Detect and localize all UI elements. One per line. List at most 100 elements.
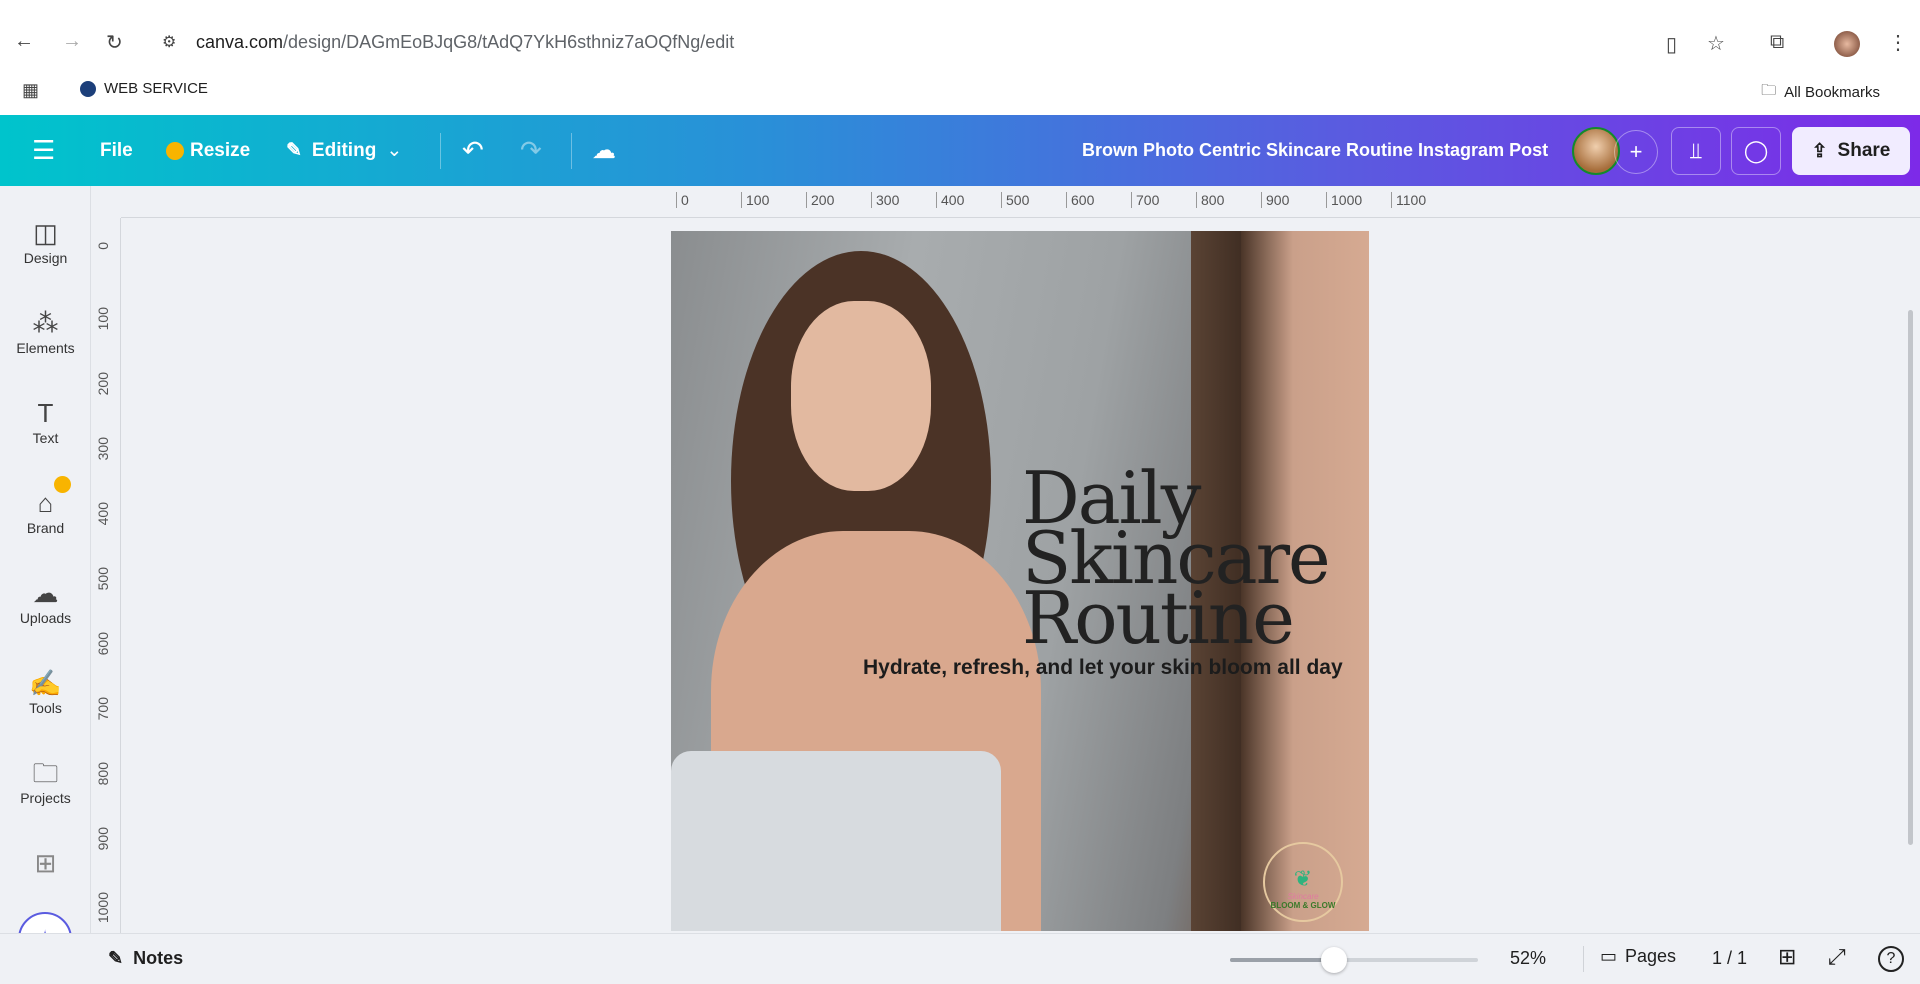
crown-icon	[166, 141, 184, 160]
ruler-tick: 300	[95, 437, 111, 461]
photo-face	[791, 301, 931, 491]
collaborator-avatar[interactable]	[1572, 127, 1620, 175]
ruler-tick: 400	[936, 192, 964, 208]
ruler-tick: 0	[95, 242, 111, 250]
pages-label: Pages	[1625, 946, 1677, 966]
notes-label: Notes	[133, 948, 184, 968]
ruler-tick: 700	[1131, 192, 1159, 208]
address-bar[interactable]: canva.com/design/DAGmEoBJqG8/tAdQ7YkH6st…	[196, 32, 734, 53]
sidebar-label: Elements	[16, 340, 75, 356]
editing-mode-dropdown[interactable]: ✎ Editing ⌄	[286, 115, 402, 186]
ruler-tick: 500	[95, 567, 111, 591]
clipboard-icon[interactable]: ▯	[1666, 32, 1677, 57]
help-icon[interactable]: ?	[1878, 946, 1904, 972]
chevron-down-icon: ⌄	[386, 140, 403, 161]
vertical-scrollbar[interactable]	[1908, 310, 1913, 845]
title-line: Routine	[1022, 576, 1295, 660]
url-path: /design/DAGmEoBJqG8/tAdQ7YkH6sthniz7aOQf…	[283, 32, 735, 52]
sidebar-item-projects[interactable]: 🗀 Projects	[0, 756, 91, 806]
text-icon: T	[37, 398, 54, 428]
all-bookmarks[interactable]: 🗀 All Bookmarks	[1761, 80, 1880, 105]
undo-icon[interactable]: ↶	[462, 115, 484, 186]
apps-add-icon: ⊞	[34, 848, 57, 878]
divider	[571, 133, 572, 169]
resize-label: Resize	[190, 139, 251, 161]
sidebar-item-brand[interactable]: ⌂ Brand	[0, 476, 91, 536]
back-icon[interactable]: ←	[14, 30, 34, 53]
share-label: Share	[1837, 140, 1891, 161]
ruler-tick: 200	[95, 372, 111, 396]
bottom-bar: ✎ Notes 52% ▭ Pages 1 / 1 ⊞ ⤢ ?	[0, 933, 1920, 984]
comments-icon[interactable]: ◯	[1731, 127, 1781, 175]
grid-view-icon[interactable]: ⊞	[1778, 944, 1796, 970]
hamburger-menu-icon[interactable]: ☰	[32, 115, 55, 186]
horizontal-ruler: 0 100 200 300 400 500 600 700 800 900 1000 1100	[121, 186, 1920, 218]
ruler-tick: 900	[1261, 192, 1289, 208]
url-host: canva.com	[196, 32, 284, 52]
file-menu[interactable]: File	[100, 115, 133, 186]
menu-icon[interactable]: ⋮	[1888, 30, 1908, 55]
notes-icon: ✎	[108, 948, 124, 968]
pencil-icon: ✎	[286, 140, 302, 161]
ruler-tick: 400	[95, 502, 111, 526]
ruler-tick: 600	[1066, 192, 1094, 208]
zoom-slider[interactable]	[1230, 947, 1478, 973]
premium-crown-icon	[54, 476, 71, 493]
sidebar-item-text[interactable]: T Text	[0, 396, 91, 446]
pages-button[interactable]: ▭ Pages	[1600, 946, 1676, 967]
sidebar-label: Design	[23, 250, 68, 266]
folder-icon: 🗀	[32, 758, 59, 788]
ruler-tick: 100	[741, 192, 769, 208]
share-upload-icon: ⇪	[1811, 140, 1828, 162]
design-subtitle[interactable]: Hydrate, refresh, and let your skin bloo…	[863, 656, 1343, 680]
sidebar-item-uploads[interactable]: ☁ Uploads	[0, 576, 91, 626]
cloud-saved-icon[interactable]: ☁	[592, 115, 616, 186]
resize-button[interactable]: Resize	[166, 115, 250, 186]
sidebar-item-tools[interactable]: ✍ Tools	[0, 666, 91, 716]
pen-icon: ✍	[29, 668, 62, 698]
ruler-tick: 300	[871, 192, 899, 208]
editing-label: Editing	[311, 139, 377, 161]
sidebar-label: Text	[32, 430, 59, 446]
zoom-slider-handle[interactable]	[1321, 947, 1348, 973]
apps-icon[interactable]: ▦	[22, 80, 39, 101]
notes-button[interactable]: ✎ Notes	[108, 948, 183, 969]
insights-chart-icon[interactable]: ⫫	[1671, 127, 1721, 175]
bookmark-web-service[interactable]: WEB SERVICE	[80, 80, 208, 97]
design-title[interactable]: Daily Skincare Routine	[1022, 462, 1331, 660]
add-collaborator-icon[interactable]: +	[1614, 130, 1658, 174]
forward-icon[interactable]: →	[62, 30, 82, 53]
ruler-tick: 100	[95, 307, 111, 331]
sidebar-label: Tools	[29, 700, 62, 716]
redo-icon[interactable]: ↷	[520, 115, 542, 186]
site-settings-icon[interactable]: ⚙	[162, 32, 176, 52]
ruler-tick: 600	[95, 632, 111, 656]
ruler-tick: 800	[95, 762, 111, 786]
reload-icon[interactable]: ↻	[106, 30, 123, 55]
side-panel: ◫ Design ⁂ Elements T Text ⌂ Brand ☁ Uploads …	[0, 186, 91, 966]
fullscreen-icon[interactable]: ⤢	[1828, 944, 1846, 970]
divider	[1583, 946, 1584, 972]
all-bookmarks-label: All Bookmarks	[1784, 84, 1880, 101]
document-title[interactable]: Brown Photo Centric Skincare Routine Ins…	[1082, 115, 1548, 186]
ruler-tick: 1000	[1326, 192, 1362, 208]
star-icon[interactable]: ☆	[1707, 31, 1725, 56]
ruler-tick: 900	[95, 827, 111, 851]
sidebar-item-apps[interactable]: ⊞	[0, 846, 91, 880]
zoom-level[interactable]: 52%	[1510, 948, 1546, 969]
upload-cloud-icon: ☁	[32, 578, 59, 608]
brand-logo[interactable]: ❦ Skincare BLOOM & GLOW	[1263, 842, 1343, 922]
sidebar-item-design[interactable]: ◫ Design	[0, 216, 91, 266]
sidebar-label: Brand	[26, 520, 65, 536]
sidebar-label: Uploads	[19, 610, 72, 626]
logo-text: BLOOM & GLOW	[1270, 901, 1336, 910]
profile-avatar[interactable]	[1834, 31, 1860, 57]
bookmark-label: WEB SERVICE	[104, 80, 208, 97]
browser-chrome: ← → ↻ ⚙ canva.com/design/DAGmEoBJqG8/tAd…	[0, 0, 1920, 115]
share-button[interactable]: ⇪ Share	[1792, 127, 1910, 175]
vertical-ruler: 0 100 200 300 400 500 600 700 800 900 1000	[91, 218, 121, 933]
sidebar-item-elements[interactable]: ⁂ Elements	[0, 306, 91, 356]
ruler-tick: 700	[95, 697, 111, 721]
extensions-icon[interactable]: ⧉	[1770, 31, 1784, 54]
hand-leaf-icon: ❦	[1293, 866, 1313, 891]
